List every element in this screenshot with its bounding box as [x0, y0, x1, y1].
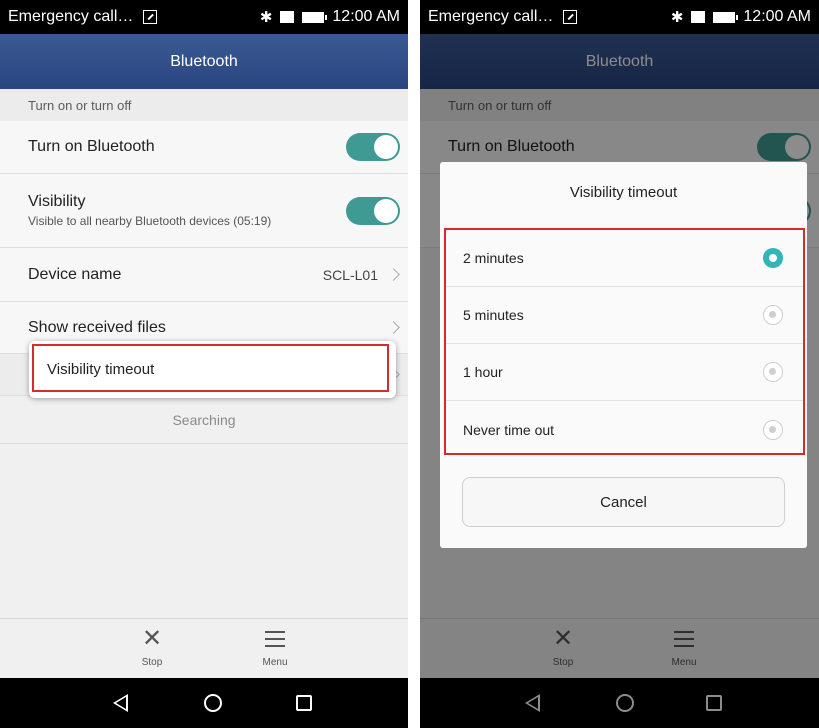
right-screen: Emergency call… ✱ 12:00 AM Bluetooth Tur…	[420, 0, 819, 728]
option-never-time-out[interactable]: Never time out	[446, 401, 803, 458]
stop-label: Stop	[141, 657, 163, 668]
bottom-toolbar: ✕ Stop Menu	[0, 618, 408, 678]
device-name-row[interactable]: Device name SCL-L01	[0, 248, 408, 302]
sim-card-icon	[691, 11, 706, 23]
chevron-right-icon	[387, 320, 400, 334]
edit-icon	[143, 10, 158, 24]
option-label: Never time out	[463, 421, 555, 438]
page-title: Bluetooth	[170, 52, 238, 70]
options-list: 2 minutes 5 minutes 1 hour Never time ou…	[444, 228, 805, 455]
menu-button[interactable]: Menu	[245, 625, 305, 668]
visibility-sublabel: Visible to all nearby Bluetooth devices …	[28, 214, 272, 228]
status-text: Emergency call…	[8, 8, 134, 25]
visibility-timeout-dialog: Visibility timeout 2 minutes 5 minutes 1…	[440, 162, 807, 548]
radio-selected-icon[interactable]	[763, 248, 783, 268]
bluetooth-toggle[interactable]	[346, 133, 400, 161]
status-text: Emergency call…	[428, 8, 554, 25]
visibility-toggle[interactable]	[346, 196, 400, 225]
visibility-timeout-menu-item[interactable]: Visibility timeout	[47, 361, 154, 378]
home-icon[interactable]	[204, 694, 222, 712]
app-bar: Bluetooth	[0, 34, 408, 89]
stop-button[interactable]: ✕ Stop	[122, 625, 182, 668]
option-2-minutes[interactable]: 2 minutes	[446, 230, 803, 287]
option-5-minutes[interactable]: 5 minutes	[446, 287, 803, 344]
radio-unselected-icon[interactable]	[763, 362, 783, 382]
toggle-knob	[374, 198, 398, 223]
dialog-title: Visibility timeout	[569, 184, 678, 201]
status-bar: Emergency call… ✱ 12:00 AM	[0, 0, 408, 34]
status-time: 12:00 AM	[332, 8, 400, 25]
back-icon[interactable]	[113, 694, 128, 712]
visibility-label: Visibility	[28, 193, 86, 210]
menu-icon	[245, 625, 305, 653]
status-time: 12:00 AM	[743, 8, 811, 25]
device-name-value: SCL-L01	[322, 266, 378, 283]
section-header: Turn on or turn off	[0, 89, 408, 121]
bluetooth-icon: ✱	[670, 9, 684, 26]
option-label: 5 minutes	[463, 307, 524, 323]
edit-icon	[563, 10, 578, 24]
navigation-bar	[0, 678, 408, 728]
battery-icon	[302, 11, 328, 23]
recent-apps-icon[interactable]	[296, 695, 312, 711]
toggle-knob	[374, 135, 398, 159]
device-name-label: Device name	[28, 265, 122, 283]
status-bar: Emergency call… ✱ 12:00 AM	[420, 0, 819, 34]
close-icon: ✕	[141, 625, 163, 652]
option-1-hour[interactable]: 1 hour	[446, 344, 803, 401]
cancel-button[interactable]: Cancel	[462, 477, 785, 527]
radio-unselected-icon[interactable]	[763, 305, 783, 325]
visibility-row[interactable]: Visibility Visible to all nearby Bluetoo…	[0, 174, 408, 248]
searching-status: Searching	[0, 396, 408, 444]
show-received-files-label: Show received files	[28, 318, 166, 336]
radio-unselected-icon[interactable]	[763, 419, 783, 440]
turn-on-bluetooth-label: Turn on Bluetooth	[28, 138, 155, 155]
popup-menu: Visibility timeout	[29, 341, 396, 398]
turn-on-bluetooth-row[interactable]: Turn on Bluetooth	[0, 121, 408, 174]
option-label: 2 minutes	[463, 250, 524, 266]
option-label: 1 hour	[463, 364, 503, 380]
menu-label: Menu	[262, 657, 288, 668]
chevron-right-icon	[387, 267, 400, 281]
sim-card-icon	[280, 11, 295, 23]
bluetooth-icon: ✱	[259, 9, 273, 26]
battery-icon	[713, 11, 739, 23]
left-screen: Emergency call… ✱ 12:00 AM Bluetooth Tur…	[0, 0, 408, 728]
